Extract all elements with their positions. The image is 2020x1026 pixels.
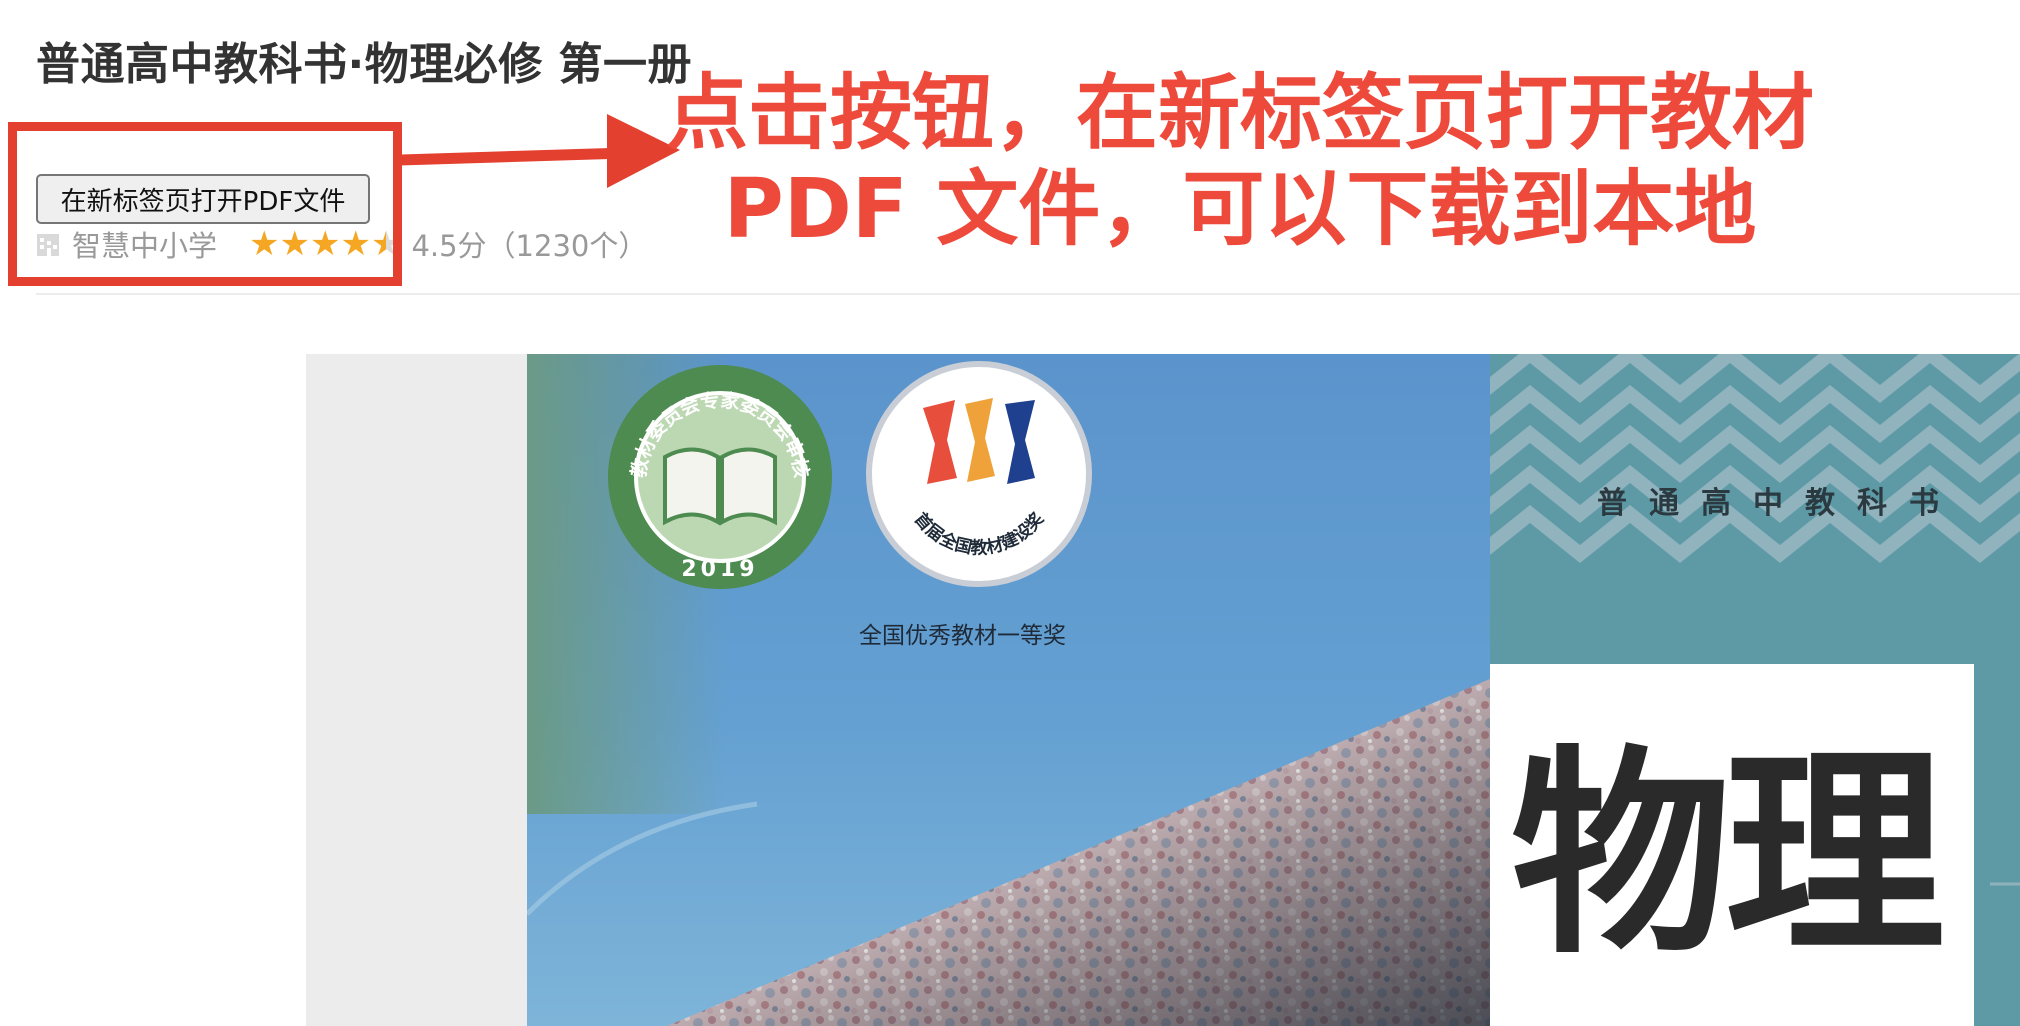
annotation-text: 点击按钮，在新标签页打开教材 PDF 文件，可以下载到本地	[640, 66, 1840, 258]
star-icon: ★	[340, 224, 371, 264]
award-caption: 全国优秀教材一等奖	[859, 623, 1066, 649]
rating-stars: ★ ★ ★ ★ ★	[249, 227, 401, 261]
publisher-name: 智慧中小学	[72, 229, 218, 263]
page-title: 普通高中教科书·物理必修 第一册	[36, 39, 693, 90]
star-icon: ★	[309, 224, 341, 264]
award-seal: 首届全国教材建设奖	[866, 361, 1092, 587]
star-icon: ★	[279, 224, 310, 264]
cover-series-title: 普通高中教科书	[1597, 486, 1961, 521]
half-star-icon: ★	[370, 224, 402, 264]
annotation-line-2: PDF 文件，可以下载到本地	[723, 162, 1757, 257]
svg-text:2019: 2019	[681, 557, 758, 582]
building-icon	[37, 234, 59, 256]
cover-subject-title: 物理	[1511, 724, 1945, 983]
open-pdf-button[interactable]: 在新标签页打开PDF文件	[36, 174, 370, 224]
annotation-line-1: 点击按钮，在新标签页打开教材	[665, 66, 1814, 161]
book-cover: 国家教材委员会专家委员会审核通过 2019 首届全国教材建设奖 全国优秀教材一等…	[527, 354, 2020, 1026]
rating-text: 4.5分（1230个）	[411, 229, 648, 263]
star-icon: ★	[249, 224, 280, 264]
review-seal: 国家教材委员会专家委员会审核通过 2019	[605, 362, 832, 589]
divider	[36, 293, 2020, 295]
meta-row: 智慧中小学 ★ ★ ★ ★ ★ 4.5分（1230个）	[36, 226, 648, 263]
